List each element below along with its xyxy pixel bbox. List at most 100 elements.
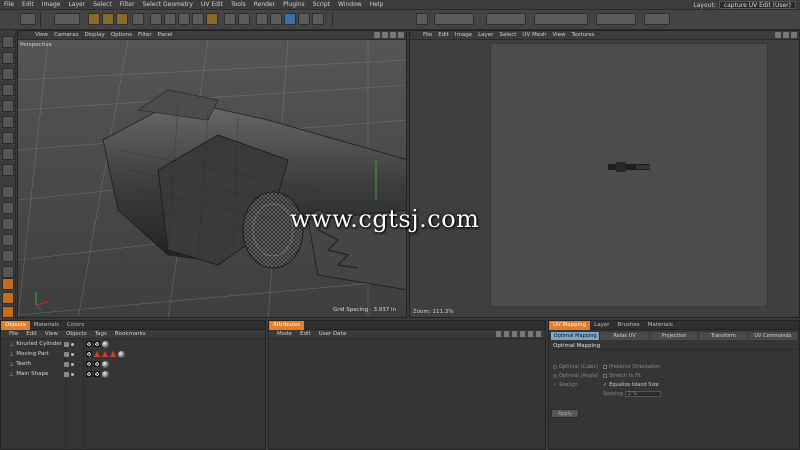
menu-select[interactable]: Select bbox=[89, 1, 116, 8]
tab-brushes[interactable]: Brushes bbox=[613, 321, 643, 330]
radio-button[interactable] bbox=[553, 374, 557, 378]
apply-button[interactable]: Apply bbox=[551, 409, 579, 418]
objects-menu-bookmarks[interactable]: Bookmarks bbox=[111, 331, 150, 337]
uvw-tag-icon[interactable] bbox=[86, 341, 92, 347]
zoom-icon[interactable] bbox=[382, 32, 388, 38]
model-mode-icon[interactable] bbox=[256, 13, 268, 25]
viewport-menu-display[interactable]: Display bbox=[82, 32, 108, 38]
uv-points-icon[interactable] bbox=[2, 100, 14, 112]
uv-menu-image[interactable]: Image bbox=[452, 32, 475, 38]
uvw-tag-icon[interactable] bbox=[86, 361, 92, 367]
material-tag-icon[interactable] bbox=[102, 340, 109, 348]
viewport-menu-filter[interactable]: Filter bbox=[135, 32, 155, 38]
list-item[interactable]: ⊥ Knurled Cylinder bbox=[1, 339, 265, 349]
stretch-to-fit-option[interactable]: Stretch to Fit bbox=[603, 373, 641, 379]
subtab-uv-commands[interactable]: UV Commands bbox=[748, 332, 798, 340]
uvw-tag-icon[interactable] bbox=[86, 371, 92, 377]
points-mode-icon[interactable] bbox=[2, 52, 14, 64]
render-to-picture-viewer-icon[interactable] bbox=[238, 13, 250, 25]
attributes-menu-mode[interactable]: Mode bbox=[273, 331, 296, 337]
snapping-icon[interactable] bbox=[2, 186, 14, 198]
objects-menu-edit[interactable]: Edit bbox=[22, 331, 41, 337]
forward-arrow-icon[interactable] bbox=[512, 331, 517, 337]
tweak-mode-icon[interactable] bbox=[2, 148, 14, 160]
optimal-cubic-option[interactable]: Optimal (Cubic) bbox=[553, 364, 598, 370]
uv-menu-uv-mesh[interactable]: UV Mesh bbox=[519, 32, 549, 38]
attributes-menu-edit[interactable]: Edit bbox=[296, 331, 315, 337]
preserve-orientation-option[interactable]: Preserve Orientation bbox=[603, 364, 661, 370]
pan-icon[interactable] bbox=[374, 32, 380, 38]
cube-primitive-icon[interactable] bbox=[284, 13, 296, 25]
material-tag-icon[interactable] bbox=[102, 370, 109, 378]
uv-menu-view[interactable]: View bbox=[549, 32, 568, 38]
maximize-icon[interactable] bbox=[398, 32, 404, 38]
sculpt-s-icon[interactable] bbox=[2, 278, 14, 290]
y-axis-icon[interactable] bbox=[164, 13, 176, 25]
measure-icon[interactable] bbox=[2, 218, 14, 230]
sculpt-s2-icon[interactable] bbox=[2, 292, 14, 304]
scale-icon[interactable] bbox=[102, 13, 114, 25]
edges-mode-icon[interactable] bbox=[2, 68, 14, 80]
uv-menu-file[interactable]: File bbox=[420, 32, 435, 38]
uv-mapping-group-icon[interactable] bbox=[596, 13, 636, 25]
uv-menu-textures[interactable]: Textures bbox=[569, 32, 598, 38]
equalize-island-size-option[interactable]: ✓ Equalize Island Size bbox=[603, 382, 659, 388]
list-item[interactable]: ⊥ Teeth bbox=[1, 359, 265, 369]
selection-tag-icon[interactable] bbox=[94, 351, 100, 357]
spacing-field[interactable]: 2 % bbox=[624, 391, 661, 397]
uv-menu-select[interactable]: Select bbox=[496, 32, 519, 38]
zoom-icon[interactable] bbox=[783, 32, 789, 38]
visibility-dot-icon[interactable] bbox=[71, 372, 74, 376]
menu-window[interactable]: Window bbox=[334, 1, 366, 8]
z-axis-icon[interactable] bbox=[178, 13, 190, 25]
tab-materials[interactable]: Materials bbox=[644, 321, 677, 330]
menu-layer[interactable]: Layer bbox=[64, 1, 89, 8]
layer-icon[interactable] bbox=[64, 361, 69, 367]
solo-icon[interactable] bbox=[2, 266, 14, 278]
layer-icon[interactable] bbox=[64, 351, 69, 357]
orbit-icon[interactable] bbox=[390, 32, 396, 38]
generator-icon[interactable] bbox=[312, 13, 324, 25]
live-selection-icon[interactable] bbox=[54, 13, 80, 25]
visibility-dot-icon[interactable] bbox=[71, 352, 74, 356]
up-arrow-icon[interactable] bbox=[504, 331, 509, 337]
tab-attributes[interactable]: Attributes bbox=[269, 320, 305, 330]
phong-tag-icon[interactable] bbox=[94, 371, 100, 377]
menu-script[interactable]: Script bbox=[309, 1, 334, 8]
uvw-tag-icon[interactable] bbox=[86, 351, 92, 357]
realign-option[interactable]: ✓ Realign bbox=[553, 382, 578, 388]
objects-menu-tags[interactable]: Tags bbox=[91, 331, 111, 337]
phong-tag-icon[interactable] bbox=[94, 361, 100, 367]
render-view-icon[interactable] bbox=[206, 13, 218, 25]
layer-icon[interactable] bbox=[64, 371, 69, 377]
coordinate-system-icon[interactable] bbox=[192, 13, 204, 25]
menu-render[interactable]: Render bbox=[250, 1, 279, 8]
menu-file[interactable]: File bbox=[0, 1, 18, 8]
list-item[interactable]: ⊥ Main Shape bbox=[1, 369, 265, 379]
perspective-viewport[interactable]: View Cameras Display Options Filter Pane… bbox=[17, 30, 407, 318]
viewport-menu-view[interactable]: View bbox=[32, 32, 51, 38]
uv-display-group-icon[interactable] bbox=[644, 13, 670, 25]
subtab-optimal-mapping[interactable]: Optimal Mapping bbox=[551, 332, 600, 340]
uv-polygons-icon[interactable] bbox=[2, 116, 14, 128]
x-axis-icon[interactable] bbox=[150, 13, 162, 25]
selection-tag-icon[interactable] bbox=[102, 351, 108, 357]
axis-mode-icon[interactable] bbox=[2, 132, 14, 144]
uv-selection-group-icon[interactable] bbox=[486, 13, 526, 25]
recent-tools-icon[interactable] bbox=[132, 13, 144, 25]
move-icon[interactable] bbox=[88, 13, 100, 25]
checkbox[interactable] bbox=[603, 374, 607, 378]
uv-menu-edit[interactable]: Edit bbox=[435, 32, 452, 38]
deformer-icon[interactable] bbox=[298, 13, 310, 25]
list-item[interactable]: ⊥ Moving Part bbox=[1, 349, 265, 359]
uv-canvas[interactable] bbox=[490, 43, 768, 307]
menu-edit[interactable]: Edit bbox=[18, 1, 38, 8]
visibility-dot-icon[interactable] bbox=[71, 342, 74, 346]
radio-button[interactable] bbox=[553, 365, 557, 369]
tab-uv-mapping[interactable]: UV Mapping bbox=[549, 320, 591, 330]
pan-icon[interactable] bbox=[775, 32, 781, 38]
search-icon[interactable] bbox=[520, 331, 525, 337]
tab-layer[interactable]: Layer bbox=[590, 321, 613, 330]
phong-tag-icon[interactable] bbox=[94, 341, 100, 347]
subtab-transform[interactable]: Transform bbox=[699, 332, 748, 340]
